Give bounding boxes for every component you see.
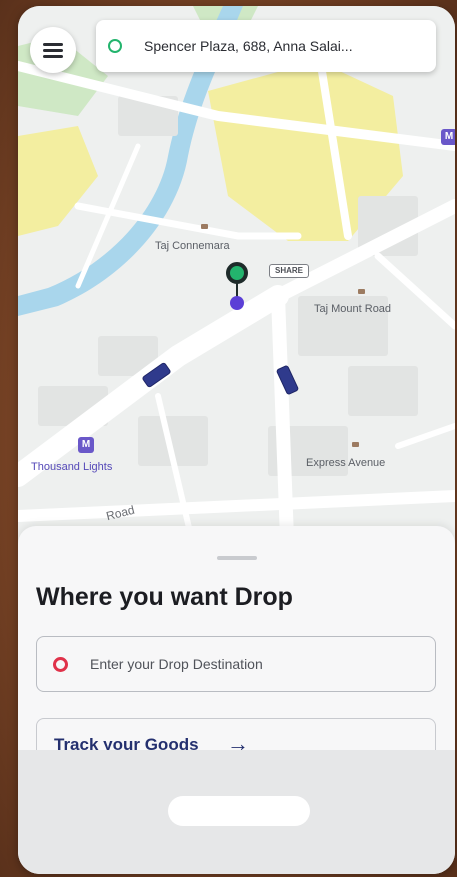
drop-pin-icon [53, 656, 68, 672]
bottom-footer-area [18, 750, 455, 874]
drop-destination-placeholder: Enter your Drop Destination [90, 656, 263, 672]
poi-label-taj-mount-road: Taj Mount Road [314, 303, 392, 315]
metro-station-icon-right: M [441, 129, 455, 145]
sheet-drag-handle[interactable] [217, 556, 257, 560]
mall-poi-icon [352, 442, 359, 447]
pickup-pin-icon [226, 262, 248, 284]
restaurant-poi-icon [201, 224, 208, 229]
map-view[interactable]: Taj Connemara Taj Mount Road Express Ave… [18, 6, 455, 566]
sheet-title: Where you want Drop [36, 583, 293, 611]
pickup-location-pin[interactable] [226, 262, 248, 310]
metro-station-icon: M [78, 437, 94, 453]
current-location-dot [230, 296, 244, 310]
hotel-poi-icon [358, 289, 365, 294]
hamburger-menu-icon [43, 43, 63, 58]
home-indicator-button[interactable] [168, 796, 310, 826]
menu-button[interactable] [30, 27, 76, 73]
app-window: Taj Connemara Taj Mount Road Express Ave… [18, 6, 455, 874]
poi-label-express-avenue: Express Avenue [306, 457, 386, 469]
pickup-ring-icon [108, 39, 122, 53]
metro-label-thousand-lights: Thousand Lights [31, 461, 113, 473]
pickup-address: Spencer Plaza, 688, Anna Salai... [144, 38, 353, 54]
pin-tag: SHARE [269, 264, 310, 278]
poi-label-taj-connemara: Taj Connemara [155, 240, 230, 252]
drop-destination-input[interactable]: Enter your Drop Destination [36, 636, 436, 692]
pickup-location-bar[interactable]: Spencer Plaza, 688, Anna Salai... [96, 20, 436, 72]
